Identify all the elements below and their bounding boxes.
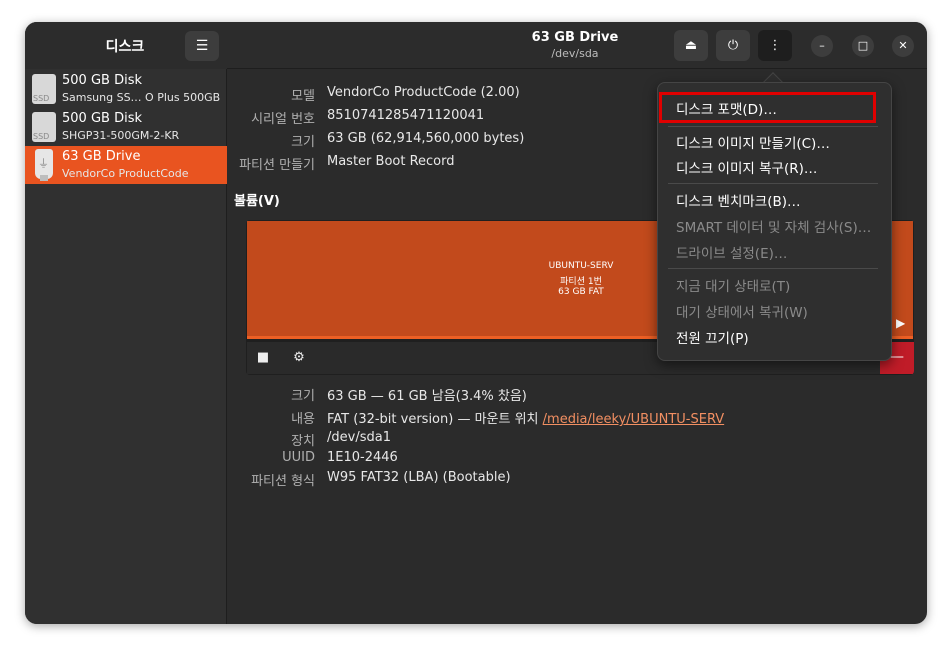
drive-title: 63 GB Drive — [531, 30, 619, 45]
device-value: /dev/sda1 — [327, 430, 391, 445]
menu-item-smart[interactable]: SMART 데이터 및 자체 검사(S)… — [676, 216, 871, 236]
ssd-icon: SSD — [32, 74, 56, 104]
uuid-value: 1E10-2446 — [327, 450, 398, 465]
menu-item-standby-now[interactable]: 지금 대기 상태로(T) — [676, 275, 790, 295]
volume-size-value: 63 GB — 61 GB 남음(3.4% 찼음) — [327, 389, 527, 404]
power-off-button[interactable]: ⏻ — [716, 30, 750, 61]
menu-item-wake-up[interactable]: 대기 상태에서 복귀(W) — [676, 301, 808, 321]
menu-item-restore-image[interactable]: 디스크 이미지 복구(R)… — [676, 157, 817, 177]
sidebar-item-disk-1[interactable]: SSD 500 GB Disk Samsung SS… O Plus 500GB — [25, 70, 227, 108]
disk-name: 500 GB Disk — [62, 73, 142, 88]
menu-item-drive-settings[interactable]: 드라이브 설정(E)… — [676, 242, 787, 262]
sidebar: 디스크 ☰ SSD 500 GB Disk Samsung SS… O Plus… — [25, 22, 227, 624]
sidebar-item-disk-2[interactable]: SSD 500 GB Disk SHGP31-500GM-2-KR — [25, 108, 227, 146]
disk-model: SHGP31-500GM-2-KR — [62, 129, 180, 142]
menu-item-benchmark[interactable]: 디스크 벤치마크(B)… — [676, 190, 801, 210]
highlight-box — [659, 92, 876, 123]
eject-button[interactable]: ⏏ — [674, 30, 708, 61]
disk-name: 500 GB Disk — [62, 111, 142, 126]
menu-separator — [668, 183, 878, 184]
model-value: VendorCo ProductCode (2.00) — [327, 85, 520, 100]
menu-separator — [668, 126, 878, 127]
volume-size-label: 크기 — [291, 389, 315, 404]
disk-model: VendorCo ProductCode — [62, 167, 189, 180]
contents-value: FAT (32-bit version) — 마운트 위치 /media/lee… — [327, 408, 724, 427]
eject-icon: ⏏ — [684, 38, 698, 53]
unmount-button[interactable]: ■ — [249, 345, 277, 371]
menu-item-create-image[interactable]: 디스크 이미지 만들기(C)… — [676, 132, 830, 152]
size-label: 크기 — [291, 135, 315, 150]
close-icon: ✕ — [898, 39, 908, 52]
sidebar-item-usb-drive[interactable]: ⏚ 63 GB Drive VendorCo ProductCode — [25, 146, 227, 184]
stop-icon: ■ — [256, 350, 270, 365]
partition-options-button[interactable]: ⚙ — [285, 345, 313, 371]
uuid-label: UUID — [282, 450, 315, 465]
device-label: 장치 — [291, 434, 315, 449]
power-icon: ⏻ — [727, 38, 739, 53]
maximize-icon: □ — [857, 39, 869, 52]
partition-type-label: 파티션 형식 — [251, 474, 315, 489]
partitioning-label: 파티션 만들기 — [239, 158, 315, 173]
hamburger-menu-icon: ☰ — [195, 38, 209, 54]
serial-label: 시리얼 번호 — [251, 112, 315, 127]
kebab-menu-icon: ⋮ — [768, 38, 782, 53]
minimize-button[interactable]: – — [811, 35, 833, 57]
serial-value: 8510741285471120041 — [327, 108, 485, 123]
drive-options-menu: 디스크 포맷(D)… 디스크 이미지 만들기(C)… 디스크 이미지 복구(R)… — [657, 82, 892, 361]
menu-separator — [668, 268, 878, 269]
size-value: 63 GB (62,914,560,000 bytes) — [327, 131, 525, 146]
drive-options-button[interactable]: ⋮ — [758, 30, 792, 61]
model-label: 모델 — [291, 89, 315, 104]
partitioning-value: Master Boot Record — [327, 154, 455, 169]
maximize-button[interactable]: □ — [852, 35, 874, 57]
minus-icon: — — [890, 349, 904, 365]
disk-name: 63 GB Drive — [62, 149, 141, 164]
hamburger-menu-button[interactable]: ☰ — [185, 31, 219, 61]
gear-icon: ⚙ — [293, 350, 305, 365]
ssd-icon: SSD — [32, 112, 56, 142]
close-button[interactable]: ✕ — [892, 35, 914, 57]
contents-text: FAT (32-bit version) — 마운트 위치 — [327, 412, 543, 427]
contents-label: 내용 — [291, 412, 315, 427]
usb-drive-icon: ⏚ — [35, 149, 53, 181]
headerbar: 63 GB Drive /dev/sda ⏏ ⏻ ⋮ – □ ✕ — [227, 22, 927, 69]
minimize-icon: – — [819, 39, 825, 52]
partition-type-value: W95 FAT32 (LBA) (Bootable) — [327, 470, 511, 485]
menu-item-power-off[interactable]: 전원 끄기(P) — [676, 327, 749, 347]
play-icon[interactable]: ▶ — [896, 316, 914, 336]
sidebar-header: 디스크 ☰ — [25, 22, 227, 69]
volumes-title: 볼륨(V) — [234, 194, 280, 209]
mount-point-link[interactable]: /media/leeky/UBUNTU-SERV — [543, 412, 725, 427]
disk-model: Samsung SS… O Plus 500GB — [62, 91, 221, 104]
drive-device-path: /dev/sda — [551, 47, 599, 60]
